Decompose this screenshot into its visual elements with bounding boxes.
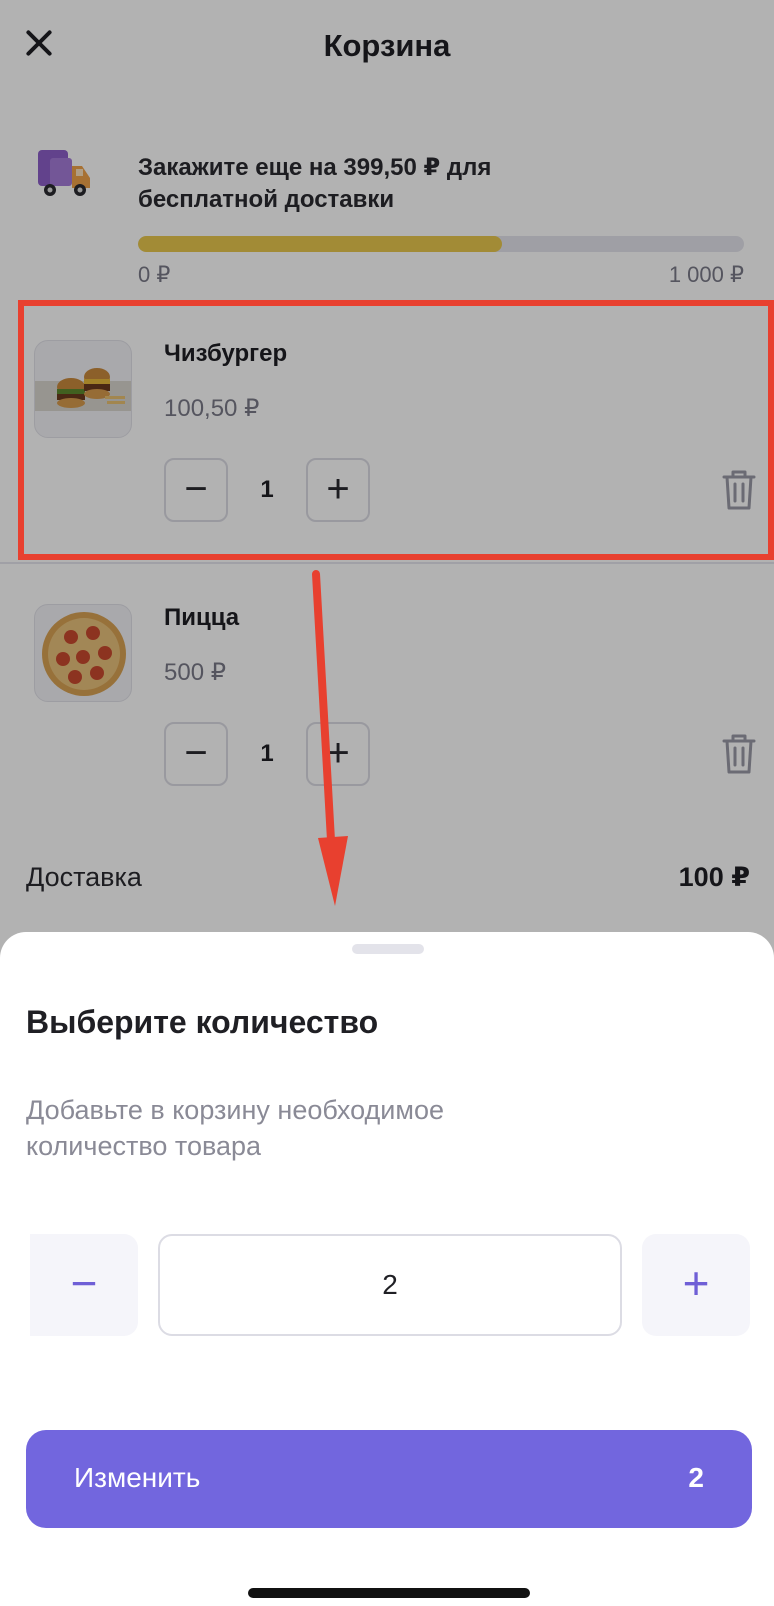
delivery-label: Доставка — [26, 862, 142, 892]
trash-icon[interactable] — [720, 468, 758, 512]
change-quantity-button[interactable]: Изменить 2 — [26, 1430, 752, 1528]
delivery-progress-bar — [138, 236, 744, 252]
sheet-title: Выберите количество — [26, 1004, 379, 1040]
cart-item-pizza: Пицца 500 ₽ − 1 + — [0, 564, 774, 826]
burger-icon — [35, 368, 131, 411]
product-price: 500 ₽ — [164, 659, 226, 686]
decrease-button[interactable]: − — [30, 1234, 138, 1336]
increase-quantity-button[interactable]: + — [306, 458, 370, 522]
submit-label: Изменить — [74, 1462, 201, 1493]
trash-icon[interactable] — [720, 732, 758, 776]
increase-quantity-button[interactable]: + — [306, 722, 370, 786]
cart-item-cheeseburger: Чизбургер 100,50 ₽ − 1 + — [0, 300, 774, 562]
free-delivery-promo: Закажите еще на 399,50 ₽ для бесплатной … — [138, 154, 492, 213]
quantity-value: 1 — [260, 476, 274, 503]
delivery-truck-icon — [38, 150, 90, 196]
increase-button[interactable]: + — [642, 1234, 750, 1336]
progress-max-label: 1 000 ₽ — [668, 262, 744, 287]
page-title: Корзина — [323, 28, 451, 63]
decrease-quantity-button[interactable]: − — [164, 722, 228, 786]
quantity-value: 1 — [260, 740, 274, 767]
delivery-cost: 100 ₽ — [678, 862, 750, 892]
home-indicator — [248, 1588, 530, 1598]
quantity-bottom-sheet: Выберите количество Добавьте в корзину н… — [0, 932, 774, 1606]
product-name: Чизбургер — [164, 340, 288, 367]
product-price: 100,50 ₽ — [164, 395, 260, 422]
decrease-quantity-button[interactable]: − — [164, 458, 228, 522]
quantity-input[interactable]: 2 — [158, 1234, 622, 1336]
sheet-subtitle: Добавьте в корзину необходимое количеств… — [26, 1095, 444, 1161]
progress-min-label: 0 ₽ — [138, 262, 171, 287]
delivery-progress-fill — [138, 236, 502, 252]
submit-count: 2 — [688, 1462, 704, 1493]
product-image-pizza[interactable] — [34, 604, 132, 702]
product-image-cheeseburger[interactable] — [34, 340, 132, 438]
pizza-icon — [42, 612, 126, 696]
sheet-drag-handle[interactable] — [352, 944, 424, 954]
product-name: Пицца — [164, 604, 240, 631]
